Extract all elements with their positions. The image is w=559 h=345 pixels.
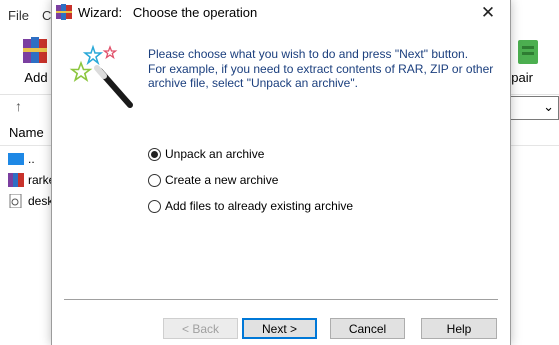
file-name: .. xyxy=(28,151,35,166)
settings-file-icon xyxy=(9,193,22,208)
dialog-title: Wizard: Choose the operation xyxy=(78,5,258,20)
up-arrow-icon[interactable]: ↑ xyxy=(15,98,22,114)
repair-icon xyxy=(518,40,538,64)
separator xyxy=(64,299,498,301)
instruction-line: For example, if you need to extract cont… xyxy=(148,61,494,76)
wizard-dialog: Wizard: Choose the operation ✕ Please ch… xyxy=(51,0,511,345)
magic-wand-icon xyxy=(69,44,133,108)
file-row[interactable]: desk xyxy=(8,193,53,211)
back-button[interactable]: < Back xyxy=(163,318,238,339)
chevron-down-icon: ⌄ xyxy=(543,99,554,114)
radio-button[interactable] xyxy=(148,174,161,187)
close-icon: ✕ xyxy=(480,3,496,22)
instruction-line: archive file, select "Unpack an archive"… xyxy=(148,76,358,90)
next-button[interactable]: Next > xyxy=(242,318,317,339)
winrar-icon xyxy=(56,4,72,20)
cancel-button[interactable]: Cancel xyxy=(330,318,405,339)
parent-folder-icon xyxy=(8,152,24,165)
file-name: desk xyxy=(28,193,54,208)
file-row[interactable]: rarke xyxy=(8,172,55,190)
repair-button[interactable]: epair xyxy=(504,34,559,85)
radio-button-selected[interactable] xyxy=(148,148,161,161)
file-row[interactable]: .. xyxy=(8,151,35,169)
radio-label: Add files to already existing archive xyxy=(165,199,354,213)
instruction-line: Please choose what you wish to do and pr… xyxy=(148,47,469,61)
menu-file[interactable]: File xyxy=(8,8,29,23)
address-dropdown[interactable]: ⌄ xyxy=(505,96,559,120)
help-button[interactable]: Help xyxy=(421,318,497,339)
radio-button[interactable] xyxy=(148,200,161,213)
radio-label: Unpack an archive xyxy=(165,147,265,161)
instruction-text: Please choose what you wish to do and pr… xyxy=(148,47,498,91)
close-button[interactable]: ✕ xyxy=(466,0,510,26)
rar-file-icon xyxy=(8,172,24,187)
books-icon xyxy=(23,37,47,63)
title-bar: Wizard: Choose the operation ✕ xyxy=(52,0,510,26)
column-header-name[interactable]: Name xyxy=(9,125,44,140)
radio-label: Create a new archive xyxy=(165,173,279,187)
menu-commands[interactable]: C xyxy=(42,8,51,23)
add-label: Add xyxy=(24,70,48,85)
